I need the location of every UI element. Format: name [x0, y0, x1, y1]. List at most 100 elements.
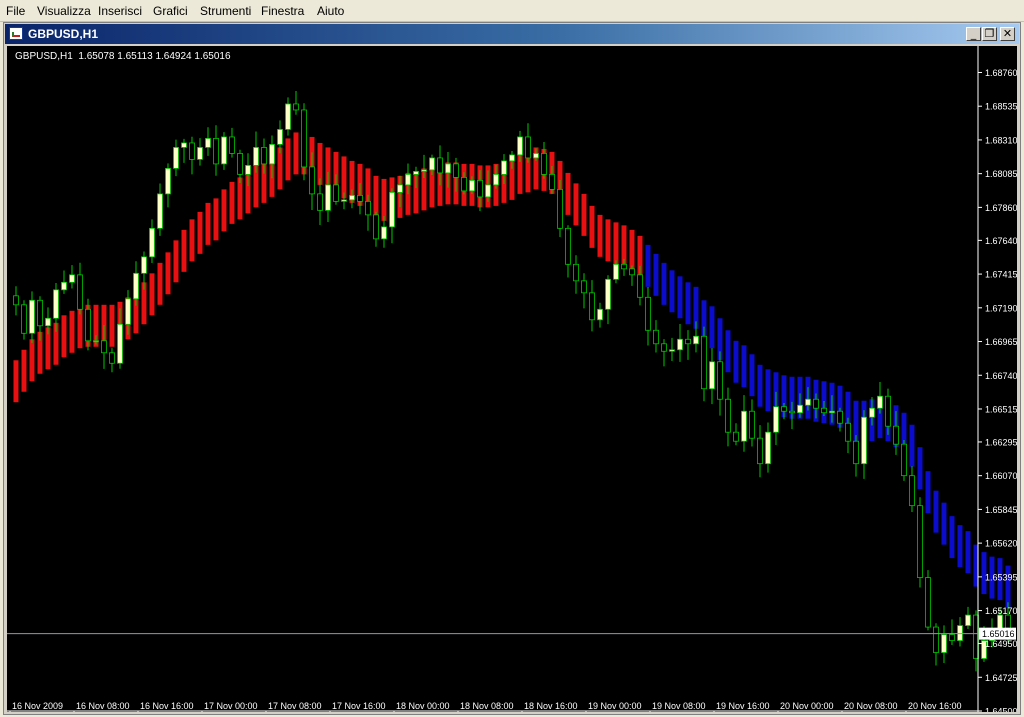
time-tick-label: 19 Nov 16:00	[716, 701, 770, 711]
candle-body	[437, 157, 443, 174]
close-button[interactable]: ✕	[1000, 27, 1015, 41]
candle-body	[397, 184, 403, 193]
candle-body	[357, 194, 363, 202]
time-tick-label: 17 Nov 00:00	[204, 701, 258, 711]
candle-body	[781, 406, 787, 412]
candle-body	[253, 147, 259, 166]
menu-finestra[interactable]: Finestra	[261, 4, 304, 18]
band-bar	[109, 304, 115, 347]
candle-body	[13, 295, 19, 306]
candle-body	[101, 340, 107, 354]
candle-body	[765, 431, 771, 465]
candle-body	[605, 278, 611, 310]
candle-body	[189, 142, 195, 160]
candle-body	[261, 147, 267, 165]
candle-body	[853, 440, 859, 465]
candle-body	[485, 184, 491, 198]
band-bar	[605, 219, 611, 262]
candle-body	[325, 184, 331, 211]
band-bar	[213, 198, 219, 241]
candle-body	[245, 165, 251, 175]
time-tick-label: 17 Nov 16:00	[332, 701, 386, 711]
candle-body	[237, 153, 243, 175]
candle-body	[949, 634, 955, 641]
candle-body	[941, 634, 947, 653]
candle-body	[749, 410, 755, 439]
price-tick-label: 1.67860	[985, 203, 1017, 213]
menu-inserisci[interactable]: Inserisci	[98, 4, 142, 18]
price-tick-label: 1.66515	[985, 404, 1017, 414]
price-tick-label: 1.67190	[985, 303, 1017, 313]
price-tick-label: 1.68085	[985, 169, 1017, 179]
candle-body	[661, 343, 667, 352]
candle-body	[517, 136, 523, 156]
band-bar	[765, 369, 771, 412]
band-bar	[909, 424, 915, 467]
candle-body	[301, 109, 307, 168]
time-tick-label: 18 Nov 08:00	[460, 701, 514, 711]
band-bar	[757, 364, 763, 407]
menu-aiuto[interactable]: Aiuto	[317, 4, 344, 18]
candle-body	[229, 136, 235, 154]
candle-body	[221, 136, 227, 165]
band-bar	[165, 252, 171, 295]
restore-button[interactable]: ❐	[982, 27, 997, 41]
price-chart[interactable]: 1.68760 1.68535 1.68310 1.68085 1.67860 1.676…	[7, 46, 1017, 712]
candle-body	[117, 323, 123, 364]
band-bar	[61, 315, 67, 358]
candle-body	[637, 274, 643, 298]
candle-body	[629, 268, 635, 276]
price-tick-label: 1.64950	[985, 639, 1017, 649]
candle-body	[109, 352, 115, 364]
candle-body	[789, 410, 795, 414]
minimize-button[interactable]: _	[966, 27, 981, 41]
candle-body	[997, 614, 1003, 629]
candle-body	[741, 410, 747, 442]
menu-strumenti[interactable]: Strumenti	[200, 4, 251, 18]
candle-body	[693, 335, 699, 345]
candle-body	[645, 296, 651, 331]
band-bar	[957, 525, 963, 568]
candle-body	[685, 338, 691, 345]
time-tick-label: 20 Nov 00:00	[780, 701, 834, 711]
menu-grafici[interactable]: Grafici	[153, 4, 188, 18]
candle-body	[213, 138, 219, 165]
band-bar	[949, 516, 955, 559]
price-tick-label: 1.65620	[985, 539, 1017, 549]
candle-body	[445, 163, 451, 174]
candle-body	[621, 263, 627, 270]
candle-body	[797, 404, 803, 414]
candle-body	[901, 443, 907, 477]
candle-body	[405, 174, 411, 186]
candle-body	[677, 338, 683, 351]
candle-body	[205, 138, 211, 148]
window-title-bar[interactable]: GBPUSD,H1 _ ❐ ✕	[5, 24, 1019, 44]
candle-body	[317, 193, 323, 211]
candle-body	[477, 180, 483, 198]
candle-body	[893, 425, 899, 445]
candle-body	[669, 349, 675, 352]
candle-body	[133, 272, 139, 300]
chart-canvas[interactable]: 1.68760 1.68535 1.68310 1.68085 1.67860 1.676…	[7, 46, 1017, 712]
time-tick-label: 16 Nov 16:00	[140, 701, 194, 711]
candle-body	[861, 416, 867, 465]
candle-body	[821, 407, 827, 414]
candle-body	[53, 289, 59, 319]
candle-body	[37, 299, 43, 327]
candle-body	[93, 340, 99, 343]
chart-window-icon[interactable]	[9, 27, 23, 40]
candle-body	[197, 147, 203, 160]
candle-body	[277, 129, 283, 145]
candle-body	[389, 191, 395, 228]
price-tick-label: 1.68535	[985, 102, 1017, 112]
candle-body	[829, 410, 835, 414]
band-bar	[597, 214, 603, 257]
menu-file[interactable]: File	[6, 4, 25, 18]
candle-body	[613, 263, 619, 280]
menu-visualizza[interactable]: Visualizza	[37, 4, 91, 18]
candle-body	[837, 410, 843, 424]
band-bar	[173, 240, 179, 283]
band-bar	[725, 330, 731, 373]
candle-body	[509, 154, 515, 162]
band-bar	[965, 531, 971, 574]
